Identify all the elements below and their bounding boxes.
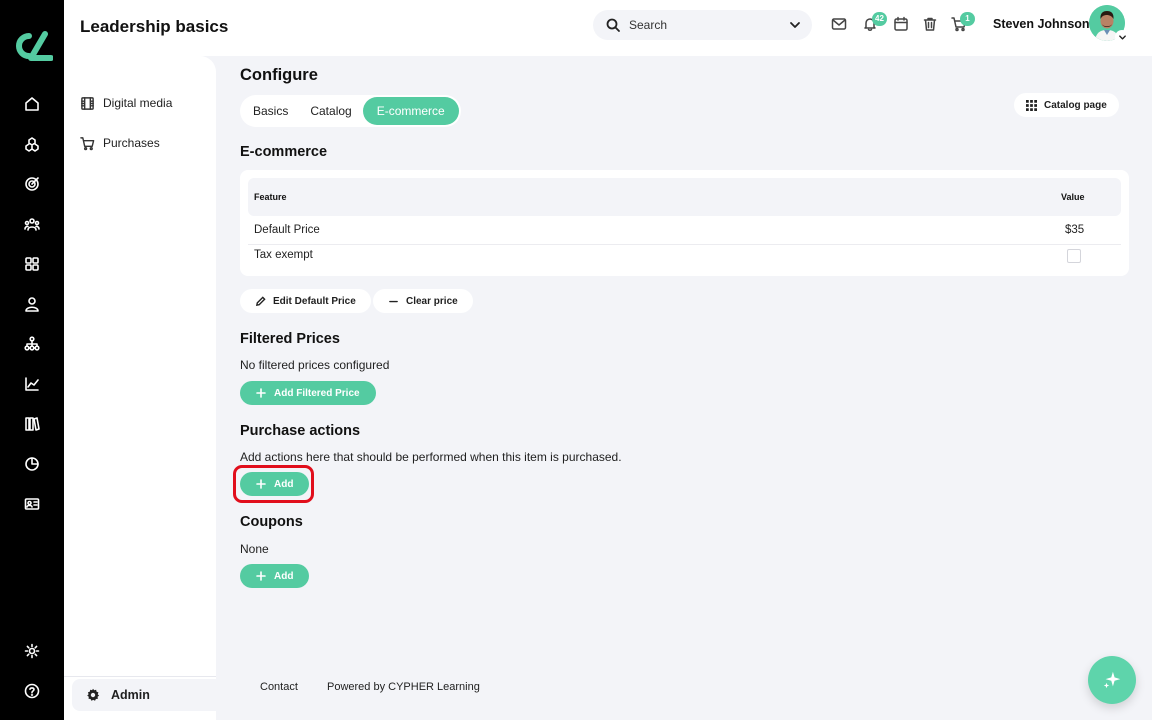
chevron-down-icon[interactable] bbox=[787, 17, 803, 33]
hierarchy-icon[interactable] bbox=[22, 334, 42, 354]
config-tabs: Basics Catalog E-commerce bbox=[240, 95, 461, 127]
settings-icon[interactable] bbox=[22, 641, 42, 661]
apps-icon[interactable] bbox=[22, 254, 42, 274]
groups-icon[interactable] bbox=[22, 214, 42, 234]
table-row: Tax exempt bbox=[248, 243, 1121, 268]
column-header-feature: Feature bbox=[254, 192, 287, 202]
edit-default-price-label: Edit Default Price bbox=[273, 295, 356, 307]
feature-cell: Tax exempt bbox=[254, 249, 313, 261]
analytics-icon[interactable] bbox=[22, 374, 42, 394]
plus-icon bbox=[256, 571, 266, 581]
ai-assistant-button[interactable] bbox=[1088, 656, 1136, 704]
value-cell: $35 bbox=[1065, 224, 1085, 236]
clear-price-label: Clear price bbox=[406, 295, 458, 307]
id-card-icon[interactable] bbox=[22, 494, 42, 514]
ecommerce-heading: E-commerce bbox=[240, 144, 328, 160]
coupons-heading: Coupons bbox=[240, 514, 303, 530]
sparkle-icon bbox=[1103, 671, 1121, 689]
course-title: Leadership basics bbox=[80, 17, 229, 36]
sidebar-item-digital-media[interactable]: Digital media bbox=[80, 93, 172, 113]
powered-by-text: Powered by CYPHER Learning bbox=[327, 681, 480, 693]
user-menu-chevron-icon[interactable] bbox=[1115, 30, 1129, 44]
edit-default-price-button[interactable]: Edit Default Price bbox=[240, 289, 371, 313]
user-icon[interactable] bbox=[22, 294, 42, 314]
add-coupon-button[interactable]: Add bbox=[240, 564, 310, 588]
calendar-icon[interactable] bbox=[893, 16, 911, 34]
add-purchase-action-button[interactable]: Add bbox=[240, 472, 310, 496]
library-icon[interactable] bbox=[22, 414, 42, 434]
tax-exempt-checkbox[interactable] bbox=[1067, 249, 1081, 263]
admin-label: Admin bbox=[111, 688, 150, 702]
filtered-prices-heading: Filtered Prices bbox=[240, 331, 340, 347]
film-icon bbox=[81, 96, 94, 110]
courses-icon[interactable] bbox=[22, 134, 42, 154]
admin-button[interactable]: Admin bbox=[72, 679, 216, 711]
sidebar-item-label: Digital media bbox=[103, 96, 173, 110]
trash-icon[interactable] bbox=[922, 16, 940, 34]
sidebar-item-label: Purchases bbox=[103, 136, 160, 150]
minus-icon bbox=[389, 300, 398, 302]
cart-badge: 1 bbox=[960, 12, 975, 26]
pencil-icon bbox=[255, 295, 266, 306]
help-icon[interactable] bbox=[22, 681, 42, 701]
coupons-empty-text: None bbox=[240, 542, 269, 556]
tab-ecommerce[interactable]: E-commerce bbox=[362, 97, 459, 125]
app-logo[interactable] bbox=[11, 30, 53, 62]
clear-price-button[interactable]: Clear price bbox=[373, 289, 473, 313]
plus-icon bbox=[256, 479, 266, 489]
table-row: Default Price $35 bbox=[248, 218, 1121, 243]
left-rail bbox=[0, 0, 64, 720]
table-header: Feature Value bbox=[248, 178, 1121, 216]
add-coupon-label: Add bbox=[274, 570, 294, 582]
grid-icon bbox=[1026, 99, 1037, 111]
column-header-value: Value bbox=[1061, 192, 1085, 202]
sidebar-item-purchases[interactable]: Purchases bbox=[80, 133, 160, 153]
feature-cell: Default Price bbox=[254, 224, 320, 236]
section-sidebar: Digital media Purchases Admin bbox=[64, 56, 216, 720]
pie-chart-icon[interactable] bbox=[22, 454, 42, 474]
user-name[interactable]: Steven Johnson bbox=[993, 17, 1090, 31]
ecommerce-table: Feature Value Default Price $35 Tax exem… bbox=[240, 170, 1129, 276]
plus-icon bbox=[256, 388, 266, 398]
cart-icon bbox=[80, 136, 95, 150]
gear-icon bbox=[87, 688, 100, 701]
notifications-badge: 42 bbox=[872, 12, 887, 26]
contact-link[interactable]: Contact bbox=[260, 681, 298, 693]
mail-icon[interactable] bbox=[831, 16, 849, 34]
filtered-prices-empty-text: No filtered prices configured bbox=[240, 358, 390, 372]
catalog-page-button[interactable]: Catalog page bbox=[1014, 93, 1119, 117]
add-purchase-action-label: Add bbox=[274, 478, 294, 490]
purchase-actions-description: Add actions here that should be performe… bbox=[240, 450, 622, 464]
sidebar-divider bbox=[64, 676, 216, 677]
target-icon[interactable] bbox=[22, 174, 42, 194]
add-filtered-price-button[interactable]: Add Filtered Price bbox=[240, 381, 376, 405]
home-icon[interactable] bbox=[22, 94, 42, 114]
add-filtered-price-label: Add Filtered Price bbox=[274, 387, 360, 399]
page-title: Configure bbox=[240, 66, 318, 84]
catalog-page-label: Catalog page bbox=[1044, 99, 1107, 111]
purchase-actions-heading: Purchase actions bbox=[240, 423, 361, 439]
search-icon bbox=[606, 18, 620, 32]
search-input[interactable] bbox=[629, 16, 779, 34]
tab-catalog[interactable]: Catalog bbox=[299, 97, 362, 125]
top-header: Leadership basics 42 1 Steven Johnson bbox=[64, 0, 1152, 56]
search-box[interactable] bbox=[593, 10, 812, 40]
tab-basics[interactable]: Basics bbox=[242, 97, 299, 125]
